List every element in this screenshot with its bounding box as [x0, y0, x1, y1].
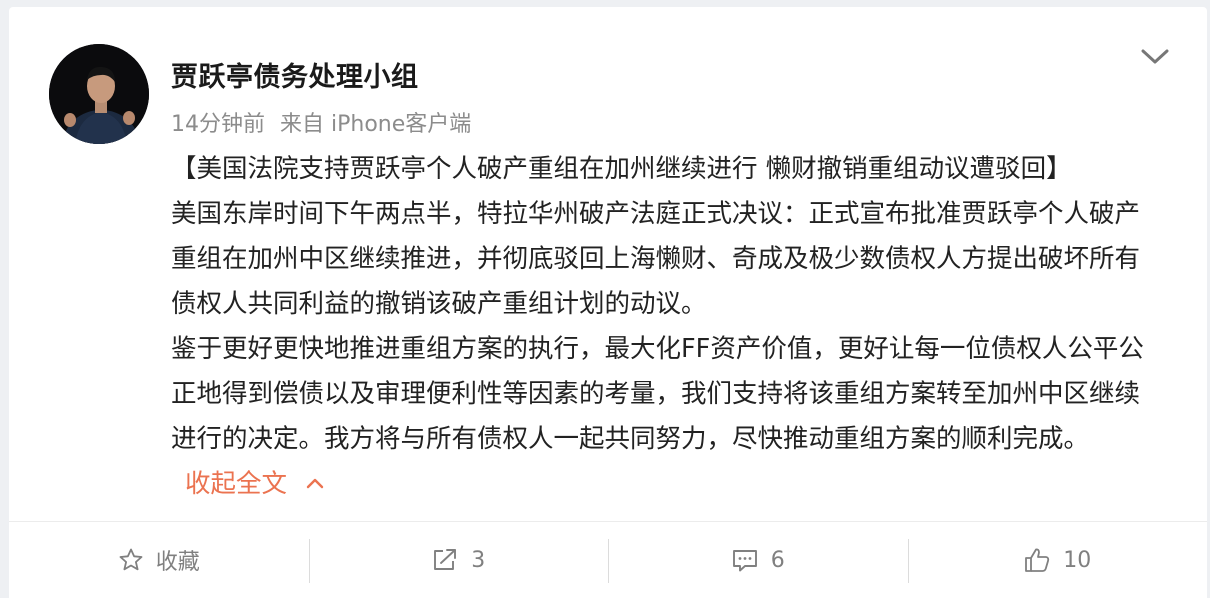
post-headline: 【美国法院支持贾跃亭个人破产重组在加州继续进行 懒财撤销重组动议遭驳回】 [171, 154, 1072, 184]
author-name[interactable]: 贾跃亭债务处理小组 [171, 55, 419, 94]
comment-bubble-icon [731, 547, 759, 573]
chevron-up-icon [306, 478, 324, 489]
like-count: 10 [1063, 547, 1092, 573]
repost-count: 3 [471, 547, 486, 573]
action-bar: 收藏 3 6 10 [9, 522, 1207, 598]
collapse-label: 收起全文 [185, 469, 288, 499]
like-button[interactable]: 10 [907, 522, 1208, 598]
post-source: 来自 iPhone客户端 [280, 112, 472, 137]
comment-button[interactable]: 6 [608, 522, 908, 598]
comment-count: 6 [770, 547, 785, 573]
post-meta: 14分钟前 来自 iPhone客户端 [171, 106, 471, 138]
post-time[interactable]: 14分钟前 [171, 112, 265, 137]
avatar[interactable] [49, 44, 149, 144]
chevron-down-icon [1141, 49, 1169, 64]
thumbs-up-icon [1023, 546, 1051, 574]
favorite-label: 收藏 [155, 550, 200, 575]
post-menu-button[interactable] [1139, 43, 1171, 71]
share-arrow-icon [431, 547, 459, 573]
post-paragraph-1: 美国东岸时间下午两点半，特拉华州破产法庭正式决议：正式宣布批准贾跃亭个人破产重组… [171, 199, 1141, 319]
post-content: 【美国法院支持贾跃亭个人破产重组在加州继续进行 懒财撤销重组动议遭驳回】 美国东… [171, 147, 1161, 507]
favorite-button[interactable]: 收藏 [9, 522, 309, 598]
weibo-post-card: 贾跃亭债务处理小组 14分钟前 来自 iPhone客户端 【美国法院支持贾跃亭个… [9, 7, 1207, 598]
post-paragraph-2-text: 鉴于更好更快地推进重组方案的执行，最大化FF资产价值，更好让每一位债权人公平公正… [171, 334, 1144, 454]
repost-button[interactable]: 3 [308, 522, 609, 598]
collapse-full-text-link[interactable]: 收起全文 [185, 469, 325, 499]
post-paragraph-2: 鉴于更好更快地推进重组方案的执行，最大化FF资产价值，更好让每一位债权人公平公正… [171, 327, 1161, 507]
star-icon [118, 547, 144, 573]
avatar-photo [49, 44, 149, 144]
